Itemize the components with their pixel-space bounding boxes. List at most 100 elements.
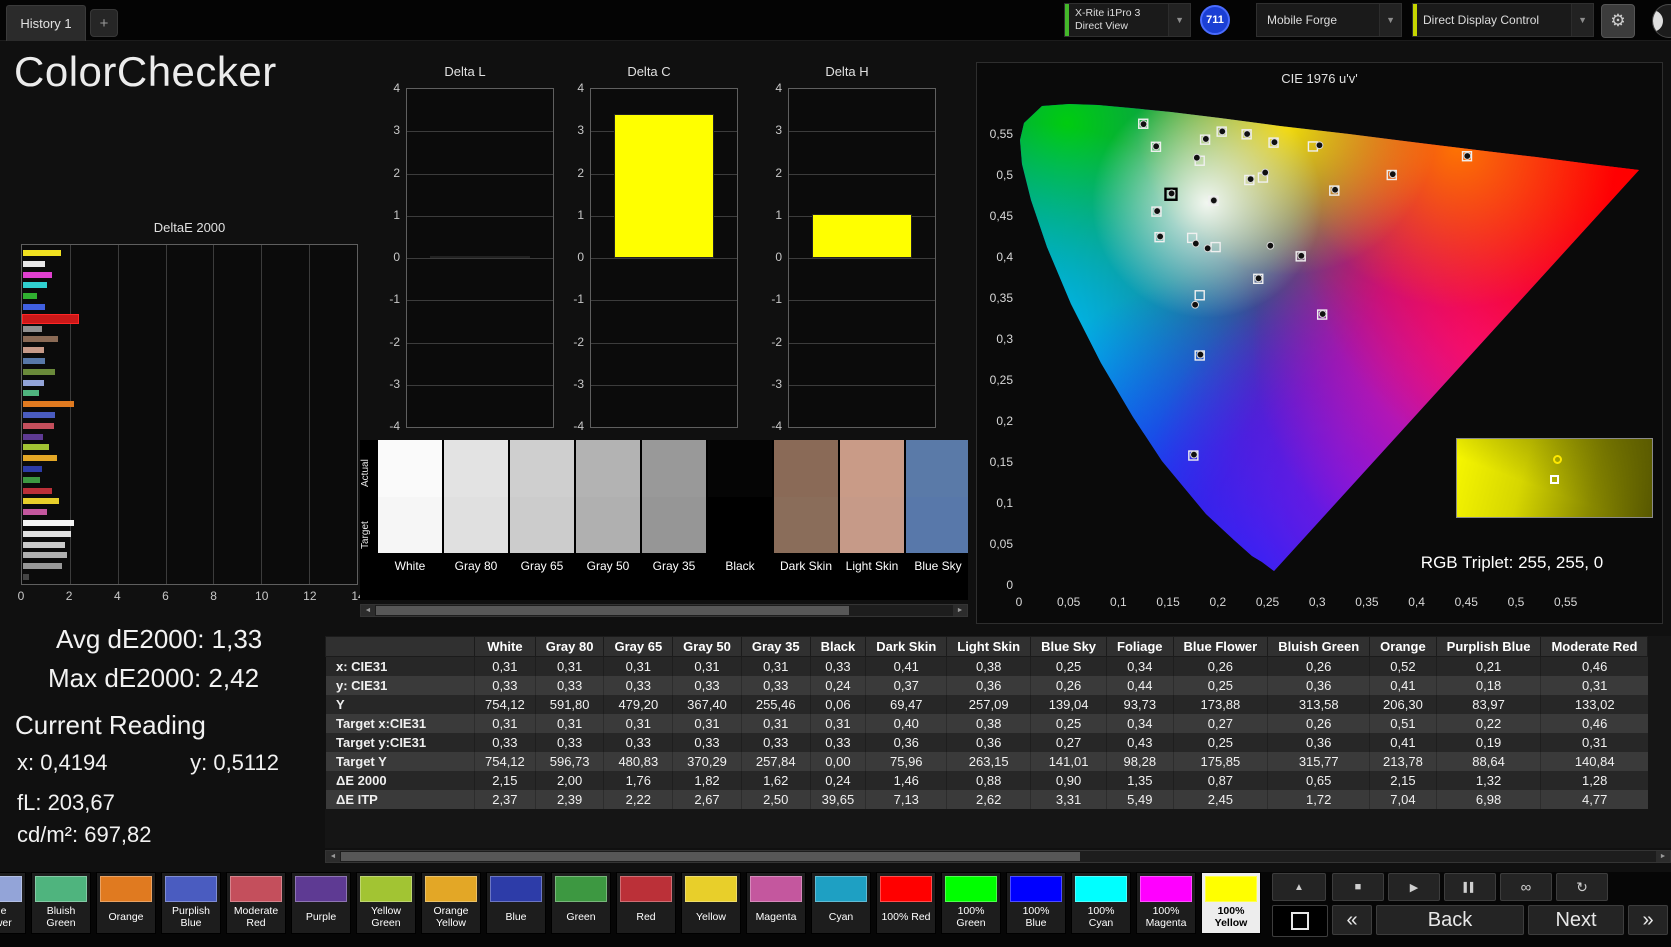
stop-button[interactable]: ■: [1332, 873, 1384, 901]
cie-y-tick: 0,3: [996, 332, 1013, 346]
palette-label: Moderate Red: [233, 904, 279, 929]
table-cell: 2,45: [1172, 790, 1268, 809]
palette-label: Bluish Green: [46, 904, 76, 929]
palette-magenta[interactable]: Magenta: [746, 872, 806, 934]
table-cell: 0,88: [946, 771, 1031, 790]
palette-100-magenta[interactable]: 100% Magenta: [1136, 872, 1196, 934]
swatch-scrollbar[interactable]: ◄ ►: [360, 604, 968, 617]
refresh-button[interactable]: ↻: [1556, 873, 1608, 901]
meter-status-bar: [1065, 4, 1069, 36]
palette-cyan[interactable]: Cyan: [811, 872, 871, 934]
target-row-label: Target: [360, 521, 371, 549]
next-chevron-button[interactable]: »: [1628, 905, 1668, 935]
settings-button[interactable]: ⚙: [1601, 4, 1635, 38]
chevron-down-icon[interactable]: ▼: [1168, 4, 1190, 36]
table-cell: 1,76: [603, 771, 673, 790]
swatch-row: White Gray 80 Gray 65 Gray 50 Gray 35 Black Da…: [378, 440, 968, 600]
tab-history-1[interactable]: History 1: [6, 5, 86, 41]
loop-button[interactable]: ∞: [1500, 873, 1552, 901]
cie-y-tick: 0,25: [989, 373, 1013, 387]
palette-swatch: [1205, 876, 1257, 902]
scroll-left-icon[interactable]: ◄: [326, 851, 340, 862]
deltae-bar: [23, 390, 39, 397]
table-column-header: Blue Flower: [1172, 636, 1269, 657]
palette-100-yellow[interactable]: 100% Yellow: [1201, 872, 1261, 934]
palette-blue-flower[interactable]: Blue Flower: [0, 872, 26, 934]
palette-label: 100% Magenta: [1145, 904, 1187, 929]
table-cell: 0,31: [603, 656, 673, 676]
cie-measured-point: [1139, 120, 1148, 129]
table-cell: 2,50: [740, 790, 811, 809]
source-selector[interactable]: Mobile Forge ▼: [1256, 3, 1402, 37]
back-chevron-button[interactable]: «: [1332, 905, 1372, 935]
meter-count-badge[interactable]: 711: [1200, 5, 1230, 35]
swatch-target: [510, 497, 574, 553]
table-cell: 0,19: [1435, 733, 1541, 752]
table-scroll-thumb[interactable]: [341, 852, 1081, 861]
palette-purple[interactable]: Purple: [291, 872, 351, 934]
chevron-down-icon[interactable]: ▼: [1571, 4, 1593, 36]
gridline: [591, 384, 737, 386]
swatch-actual: [840, 440, 904, 497]
chevron-down-icon[interactable]: ▼: [1379, 4, 1401, 36]
palette-100-blue[interactable]: 100% Blue: [1006, 872, 1066, 934]
palette-100-cyan[interactable]: 100% Cyan: [1071, 872, 1131, 934]
palette-100-red[interactable]: 100% Red: [876, 872, 936, 934]
table-cell: 1,82: [672, 771, 742, 790]
top-bar: History 1 + X-Rite i1Pro 3 Direct View ▼…: [0, 0, 1671, 41]
table-cell: 2,22: [603, 790, 673, 809]
gridline: [407, 131, 553, 133]
palette-label: Purple: [305, 910, 337, 923]
palette-100-green[interactable]: 100% Green: [941, 872, 1001, 934]
delta-chart: Delta H 4 3 2 1 0 -1 -2 -3 -4: [752, 64, 942, 454]
delta-y-tick: -3: [771, 376, 782, 391]
palette-swatch: [1140, 876, 1192, 902]
scroll-right-icon[interactable]: ►: [1656, 851, 1670, 862]
palette-orange-yellow[interactable]: Orange Yellow: [421, 872, 481, 934]
palette-yellow-green[interactable]: Yellow Green: [356, 872, 416, 934]
back-button[interactable]: Back: [1376, 905, 1524, 935]
palette-purplish-blue[interactable]: Purplish Blue: [161, 872, 221, 934]
play-icon: ▶: [1409, 881, 1419, 894]
swatch-target: [378, 497, 442, 553]
table-row-label: Y: [325, 695, 475, 714]
table-row: Target Y 754,12 596,73 480,83 370,29 257,84 0,…: [325, 752, 1648, 771]
app-logo-partial[interactable]: [1652, 4, 1671, 38]
color-swatch-white: White: [378, 440, 442, 600]
play-button[interactable]: ▶: [1388, 873, 1440, 901]
swatch-scroll-thumb[interactable]: [376, 606, 849, 615]
table-cell: 0,31: [474, 714, 536, 733]
pause-button[interactable]: ▌▌: [1444, 873, 1496, 901]
deltae-xaxis: 0 2 4 6 8 10 12 14: [18, 589, 365, 605]
new-tab-button[interactable]: +: [90, 9, 118, 37]
scroll-left-icon[interactable]: ◄: [361, 605, 375, 616]
table-cell: 0,25: [1172, 676, 1268, 695]
table-cell: 206,30: [1369, 695, 1437, 714]
next-button[interactable]: Next: [1528, 905, 1624, 935]
pattern-window-button[interactable]: [1272, 905, 1328, 937]
palette-red[interactable]: Red: [616, 872, 676, 934]
cie-measured-point: [1297, 251, 1306, 260]
table-cell: 315,77: [1267, 752, 1370, 771]
table-cell: 0,33: [809, 656, 866, 676]
palette-moderate-red[interactable]: Moderate Red: [226, 872, 286, 934]
palette-orange[interactable]: Orange: [96, 872, 156, 934]
cie-x-tick: 0,3: [1308, 595, 1326, 609]
meter-selector[interactable]: X-Rite i1Pro 3 Direct View ▼: [1064, 3, 1191, 37]
cie-x-tick: 0,05: [1057, 595, 1081, 609]
pattern-up-button[interactable]: ▲: [1272, 873, 1326, 901]
table-cell: 479,20: [603, 695, 673, 714]
actual-row-label: Actual: [360, 459, 371, 487]
table-cell: 5,49: [1106, 790, 1174, 809]
scroll-right-icon[interactable]: ►: [953, 605, 967, 616]
palette-yellow[interactable]: Yellow: [681, 872, 741, 934]
table-scrollbar[interactable]: ◄ ►: [325, 850, 1671, 863]
palette-label: Magenta: [755, 910, 797, 923]
palette-bluish-green[interactable]: Bluish Green: [31, 872, 91, 934]
palette-green[interactable]: Green: [551, 872, 611, 934]
chevron-left-icon: «: [1346, 908, 1358, 931]
table-column-header: Blue Sky: [1030, 636, 1108, 657]
palette-blue[interactable]: Blue: [486, 872, 546, 934]
table-cell: 173,88: [1172, 695, 1268, 714]
workflow-selector[interactable]: Direct Display Control ▼: [1412, 3, 1594, 37]
